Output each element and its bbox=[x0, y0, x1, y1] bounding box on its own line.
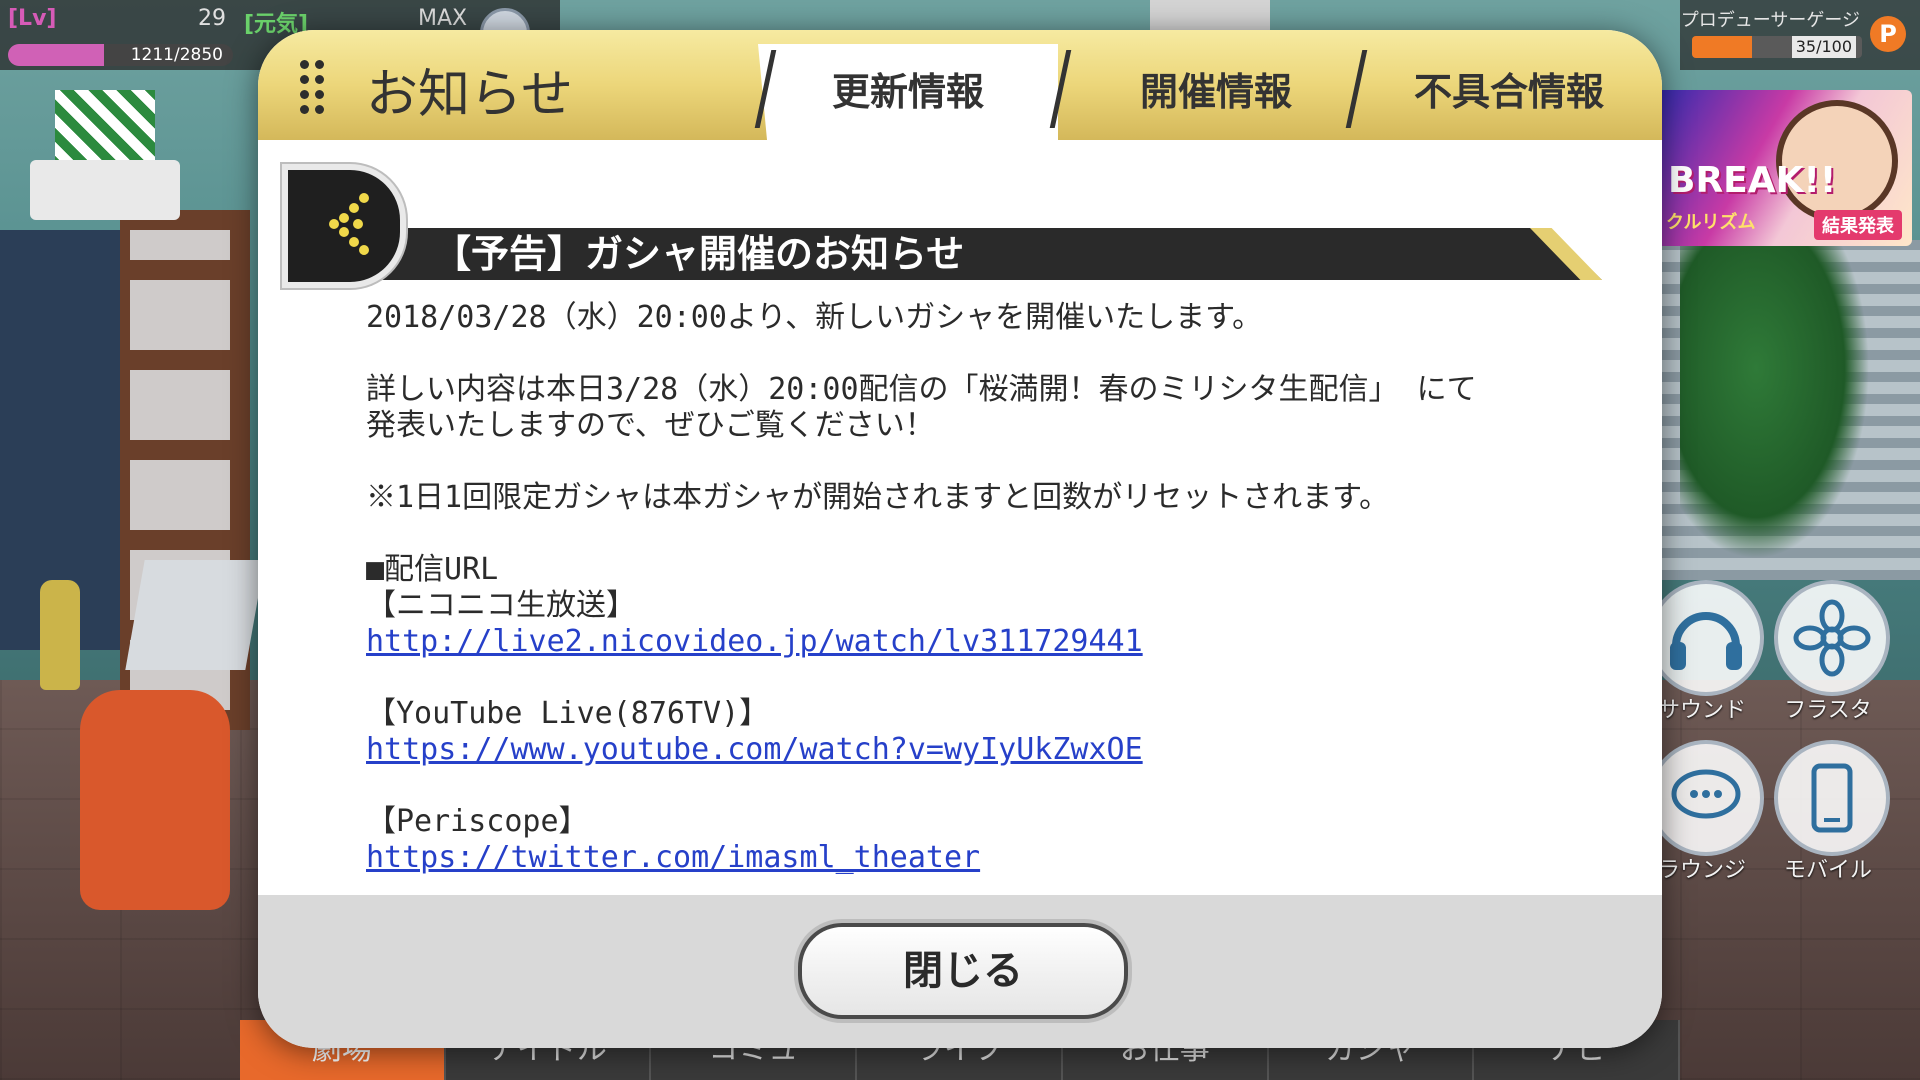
flower-stand-label: フラスタ bbox=[1784, 698, 1872, 723]
producer-gauge-label: プロデューサーゲージ bbox=[1680, 10, 1860, 31]
gift-box bbox=[55, 90, 155, 170]
laptop bbox=[125, 560, 265, 670]
flower-stand-button[interactable] bbox=[1774, 580, 1890, 696]
orange-chair bbox=[80, 690, 230, 910]
niconico-link[interactable]: http://live2.nicovideo.jp/watch/lv311729… bbox=[366, 624, 1143, 659]
mobile-label: モバイル bbox=[1783, 858, 1872, 883]
tab-bug-info[interactable]: 不具合情報 bbox=[1368, 44, 1650, 140]
youtube-link[interactable]: https://www.youtube.com/watch?v=wyIyUkZw… bbox=[366, 732, 1143, 767]
back-button[interactable] bbox=[282, 164, 406, 288]
printer bbox=[30, 160, 180, 220]
niconico-label: 【ニコニコ生放送】 bbox=[366, 588, 636, 623]
exp-value: 1211/2850 bbox=[130, 45, 223, 65]
notice-body: 2018/03/28（水）20:00より、新しいガシャを開催いたします。 詳しい… bbox=[366, 300, 1566, 876]
drag-grip-icon bbox=[300, 60, 324, 116]
lounge-button[interactable] bbox=[1648, 740, 1764, 856]
banner-subtitle: クルリズム bbox=[1666, 212, 1756, 233]
tab-update-info[interactable]: 更新情報 bbox=[758, 44, 1058, 140]
level-label: [Lv] bbox=[8, 6, 57, 31]
stream-header: ■配信URL bbox=[366, 552, 499, 587]
dialog-title: お知らせ bbox=[366, 65, 573, 125]
flower-icon bbox=[1793, 599, 1871, 677]
potted-plant bbox=[1680, 240, 1870, 560]
chat-bubbles-icon bbox=[1671, 769, 1741, 819]
producer-gauge[interactable]: プロデューサーゲージ 35/100 P bbox=[1680, 0, 1920, 70]
notice-line: 2018/03/28（水）20:00より、新しいガシャを開催いたします。 bbox=[366, 300, 1263, 335]
exp-bar-fill bbox=[8, 44, 104, 66]
headphones-icon bbox=[1670, 612, 1742, 670]
producer-gauge-value: 35/100 bbox=[1791, 36, 1856, 58]
banner-title: BREAK!! bbox=[1668, 160, 1837, 201]
level-value: 29 bbox=[198, 6, 226, 31]
dialog-footer: 閉じる bbox=[258, 895, 1662, 1048]
notice-line: 発表いたしますので、ぜひご覧ください！ bbox=[366, 408, 935, 443]
producer-gauge-fill bbox=[1692, 36, 1752, 58]
banner-result-badge: 結果発表 bbox=[1814, 210, 1902, 240]
max-label: MAX bbox=[418, 6, 468, 31]
tab-event-info[interactable]: 開催情報 bbox=[1076, 44, 1356, 140]
ceiling-light bbox=[1150, 0, 1270, 30]
notice-dialog: お知らせ 更新情報 開催情報 不具合情報 【予告】ガシャ開催のお知らせ 2018… bbox=[258, 30, 1662, 1048]
drink-bottle bbox=[40, 580, 80, 690]
phone-icon bbox=[1811, 763, 1853, 833]
back-arrow-icon bbox=[329, 193, 369, 255]
producer-gauge-bar: 35/100 bbox=[1692, 36, 1862, 58]
producer-p-icon: P bbox=[1870, 16, 1906, 52]
event-banner[interactable]: BREAK!! クルリズム 結果発表 bbox=[1654, 90, 1912, 246]
sound-button[interactable] bbox=[1648, 580, 1764, 696]
notice-line: ※1日1回限定ガシャは本ガシャが開始されますと回数がリセットされます。 bbox=[366, 480, 1390, 515]
youtube-label: 【YouTube Live(876TV)】 bbox=[366, 696, 770, 731]
close-button[interactable]: 閉じる bbox=[798, 923, 1128, 1019]
periscope-label: 【Periscope】 bbox=[366, 804, 589, 839]
notice-title: 【予告】ガシャ開催のお知らせ bbox=[433, 232, 965, 276]
exp-bar: 1211/2850 bbox=[8, 44, 233, 66]
dialog-header: お知らせ 更新情報 開催情報 不具合情報 bbox=[258, 30, 1662, 140]
periscope-link[interactable]: https://twitter.com/imasml_theater bbox=[366, 840, 980, 875]
notice-line: 詳しい内容は本日3/28（水）20:00配信の「桜満開！春のミリシタ生配信」 に… bbox=[366, 372, 1477, 407]
notice-content[interactable]: 【予告】ガシャ開催のお知らせ 2018/03/28（水）20:00より、新しいガ… bbox=[258, 140, 1662, 895]
mobile-button[interactable] bbox=[1774, 740, 1890, 856]
